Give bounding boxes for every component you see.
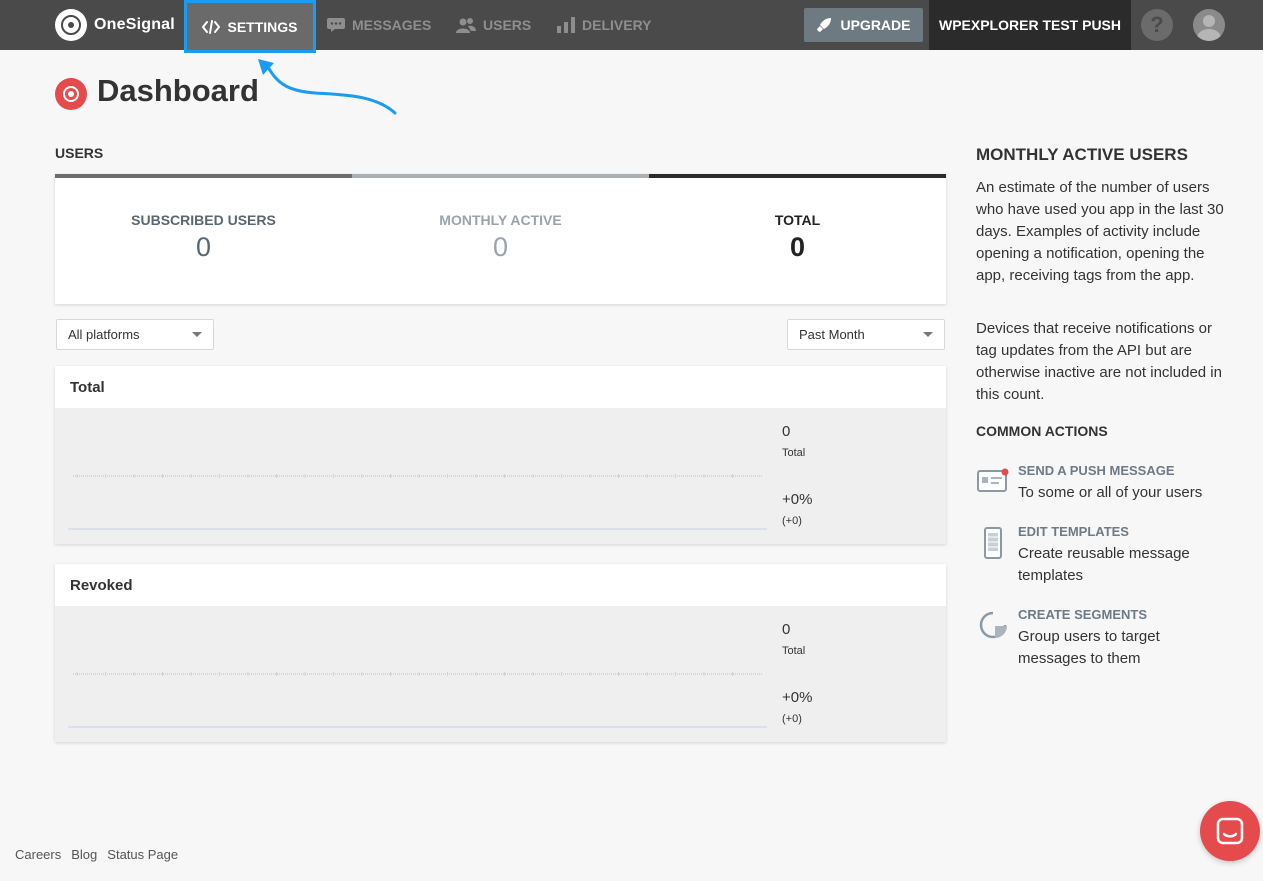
chart-body: 0 Total +0% (+0) bbox=[55, 606, 946, 742]
stat-value: 0 bbox=[492, 232, 509, 262]
nav-delivery[interactable]: DELIVERY bbox=[557, 0, 652, 50]
mau-note: Devices that receive notifications or ta… bbox=[976, 320, 1222, 403]
onesignal-logo-icon bbox=[55, 9, 87, 41]
line-chart bbox=[68, 474, 767, 530]
chart-card-revoked: Revoked 0 Total +0% (+0) bbox=[55, 564, 946, 742]
footer-link-careers[interactable]: Careers bbox=[15, 847, 61, 862]
top-navigation-bar: OneSignal SETTINGS MESSAGES USERS DELIVE… bbox=[0, 0, 1263, 53]
users-section-label: USERS bbox=[55, 145, 104, 161]
action-title: CREATE SEGMENTS bbox=[1018, 607, 1148, 622]
users-icon bbox=[456, 18, 476, 33]
app-selector[interactable]: WPEXPLORER TEST PUSH bbox=[929, 0, 1131, 50]
footer-link-status[interactable]: Status Page bbox=[107, 847, 178, 862]
stat-value: 0 bbox=[789, 232, 806, 262]
action-send-push[interactable]: SEND A PUSH MESSAGE To some or all of yo… bbox=[976, 463, 1236, 507]
nav-users[interactable]: USERS bbox=[456, 0, 531, 50]
period-select[interactable]: Past Month bbox=[787, 319, 945, 350]
line-chart bbox=[68, 672, 767, 728]
dashboard-icon bbox=[55, 78, 87, 110]
common-actions-title: COMMON ACTIONS bbox=[976, 423, 1108, 439]
stats-tab-monthly-active[interactable] bbox=[352, 174, 649, 178]
chart-body: 0 Total +0% (+0) bbox=[55, 408, 946, 544]
avatar[interactable] bbox=[1193, 9, 1225, 41]
chat-bubble-icon bbox=[327, 18, 345, 32]
platform-select[interactable]: All platforms bbox=[56, 319, 214, 350]
chart-change: +0% bbox=[782, 689, 813, 706]
nav-messages-label: MESSAGES bbox=[352, 17, 432, 33]
chart-card-total: Total 0 Total +0% (+0) bbox=[55, 366, 946, 544]
upgrade-label: UPGRADE bbox=[840, 17, 911, 33]
monthly-active-users-title: MONTHLY ACTIVE USERS bbox=[976, 145, 1188, 164]
template-icon bbox=[984, 527, 1002, 559]
stats-tab-total[interactable] bbox=[649, 174, 946, 178]
nav-delivery-label: DELIVERY bbox=[582, 17, 652, 33]
chevron-down-icon bbox=[192, 332, 202, 337]
chart-value: 0 bbox=[782, 423, 791, 440]
brand-name: OneSignal bbox=[94, 16, 175, 33]
onesignal-logo[interactable]: OneSignal bbox=[55, 9, 175, 41]
nav-users-label: USERS bbox=[483, 17, 532, 33]
chart-change: +0% bbox=[782, 491, 813, 508]
action-create-segments[interactable]: CREATE SEGMENTS Group users to target me… bbox=[976, 607, 1236, 669]
mau-description: An estimate of the number of users who h… bbox=[976, 179, 1224, 284]
nav-messages[interactable]: MESSAGES bbox=[327, 0, 431, 50]
stat-label: TOTAL bbox=[774, 212, 821, 228]
action-desc: Group users to target messages to them bbox=[1018, 628, 1160, 667]
action-desc: Create reusable message templates bbox=[1018, 545, 1190, 584]
action-desc: To some or all of your users bbox=[1018, 484, 1203, 501]
nav-settings[interactable]: SETTINGS bbox=[184, 0, 316, 53]
rocket-icon bbox=[817, 18, 832, 32]
stat-total[interactable]: TOTAL 0 bbox=[649, 212, 946, 263]
period-select-value: Past Month bbox=[799, 327, 865, 342]
chart-value-label: Total bbox=[782, 645, 806, 657]
help-icon[interactable]: ? bbox=[1141, 9, 1173, 41]
chart-value-label: Total bbox=[782, 447, 806, 459]
chat-icon bbox=[1216, 817, 1244, 845]
action-title: SEND A PUSH MESSAGE bbox=[1018, 463, 1175, 478]
action-title: EDIT TEMPLATES bbox=[1018, 524, 1129, 539]
code-icon bbox=[202, 19, 221, 34]
chart-value: 0 bbox=[782, 621, 791, 638]
annotation-arrow-icon bbox=[258, 59, 397, 115]
chart-change-abs: (+0) bbox=[782, 713, 802, 725]
push-message-icon bbox=[977, 468, 1009, 492]
page-title: Dashboard bbox=[97, 73, 259, 108]
action-edit-templates[interactable]: EDIT TEMPLATES Create reusable message t… bbox=[976, 524, 1236, 586]
stat-value: 0 bbox=[195, 232, 212, 262]
stat-monthly-active[interactable]: MONTHLY ACTIVE 0 bbox=[352, 212, 649, 263]
segment-icon bbox=[979, 611, 1007, 639]
chevron-down-icon bbox=[923, 332, 933, 337]
chart-title: Total bbox=[70, 378, 105, 396]
stat-label: MONTHLY ACTIVE bbox=[439, 212, 562, 228]
footer: Careers Blog Status Page bbox=[15, 847, 178, 862]
bar-chart-icon bbox=[557, 17, 575, 33]
stat-subscribed-users[interactable]: SUBSCRIBED USERS 0 bbox=[55, 212, 352, 263]
chat-launcher-button[interactable] bbox=[1200, 801, 1260, 861]
chart-title: Revoked bbox=[70, 576, 133, 594]
stats-tab-subscribed[interactable] bbox=[55, 174, 352, 178]
users-stats-card: SUBSCRIBED USERS 0 MONTHLY ACTIVE 0 TOTA… bbox=[55, 174, 946, 304]
stats-tab-bar bbox=[55, 174, 946, 178]
nav-settings-label: SETTINGS bbox=[227, 18, 298, 35]
platform-select-value: All platforms bbox=[68, 327, 140, 342]
stat-label: SUBSCRIBED USERS bbox=[131, 212, 276, 228]
upgrade-button[interactable]: UPGRADE bbox=[804, 8, 923, 42]
footer-link-blog[interactable]: Blog bbox=[71, 847, 97, 862]
chart-change-abs: (+0) bbox=[782, 515, 802, 527]
